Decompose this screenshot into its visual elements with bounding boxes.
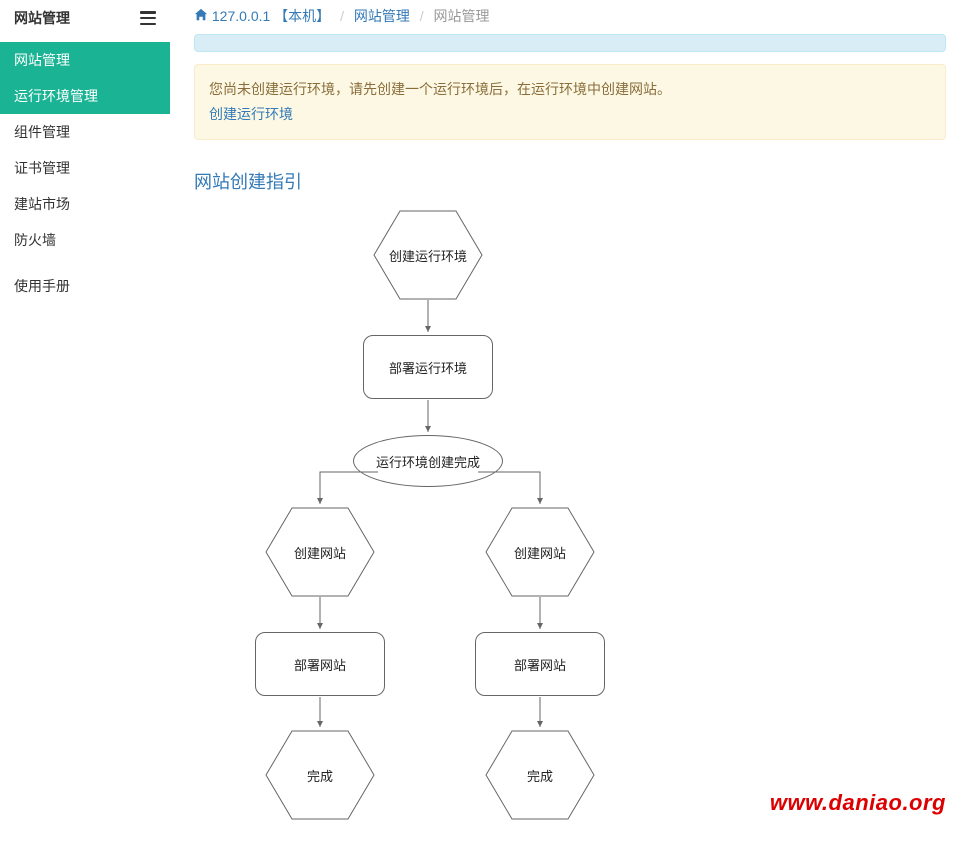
sidebar-item-label: 证书管理 <box>14 160 70 176</box>
sidebar-title: 网站管理 <box>14 8 70 28</box>
breadcrumb-sep: / <box>334 8 350 24</box>
alert-box: 您尚未创建运行环境，请先创建一个运行环境后，在运行环境中创建网站。 创建运行环境 <box>194 64 946 140</box>
watermark: www.daniao.org <box>770 790 946 816</box>
sidebar-item-label: 组件管理 <box>14 124 70 140</box>
alert-link[interactable]: 创建运行环境 <box>209 102 293 127</box>
sidebar-item-market[interactable]: 建站市场 <box>0 186 170 222</box>
info-bar <box>194 34 946 52</box>
breadcrumb-mid[interactable]: 网站管理 <box>354 8 410 24</box>
menu-toggle-icon[interactable] <box>140 11 156 25</box>
sidebar-item-label: 网站管理 <box>14 52 70 68</box>
sidebar-item-site-management[interactable]: 网站管理 <box>0 42 170 78</box>
sidebar-item-manual[interactable]: 使用手册 <box>0 268 170 304</box>
sidebar-item-label: 防火墙 <box>14 232 56 248</box>
flow-diagram: 创建运行环境 部署运行环境 运行环境创建完成 创建网站 创建网站 部署网站 部署… <box>246 210 786 830</box>
breadcrumb: 127.0.0.1 【本机】 / 网站管理 / 网站管理 <box>194 0 946 34</box>
main-content: 127.0.0.1 【本机】 / 网站管理 / 网站管理 您尚未创建运行环境，请… <box>170 0 966 850</box>
nav-divider <box>0 258 170 268</box>
sidebar-item-label: 建站市场 <box>14 196 70 212</box>
breadcrumb-host[interactable]: 127.0.0.1 【本机】 <box>212 8 330 24</box>
breadcrumb-current: 网站管理 <box>434 8 490 24</box>
sidebar: 网站管理 网站管理 运行环境管理 组件管理 证书管理 建站市场 防火墙 使用手册 <box>0 0 170 850</box>
flow-arrows <box>246 210 786 830</box>
section-title: 网站创建指引 <box>194 168 946 194</box>
sidebar-item-label: 运行环境管理 <box>14 88 98 104</box>
sidebar-item-certificate[interactable]: 证书管理 <box>0 150 170 186</box>
sidebar-item-runtime-env[interactable]: 运行环境管理 <box>0 78 170 114</box>
home-icon[interactable] <box>194 8 212 24</box>
sidebar-nav: 网站管理 运行环境管理 组件管理 证书管理 建站市场 防火墙 使用手册 <box>0 38 170 304</box>
sidebar-item-label: 使用手册 <box>14 278 70 294</box>
alert-text: 您尚未创建运行环境，请先创建一个运行环境后，在运行环境中创建网站。 <box>209 77 931 102</box>
breadcrumb-sep: / <box>414 8 430 24</box>
sidebar-item-component[interactable]: 组件管理 <box>0 114 170 150</box>
sidebar-header: 网站管理 <box>0 0 170 38</box>
sidebar-item-firewall[interactable]: 防火墙 <box>0 222 170 258</box>
